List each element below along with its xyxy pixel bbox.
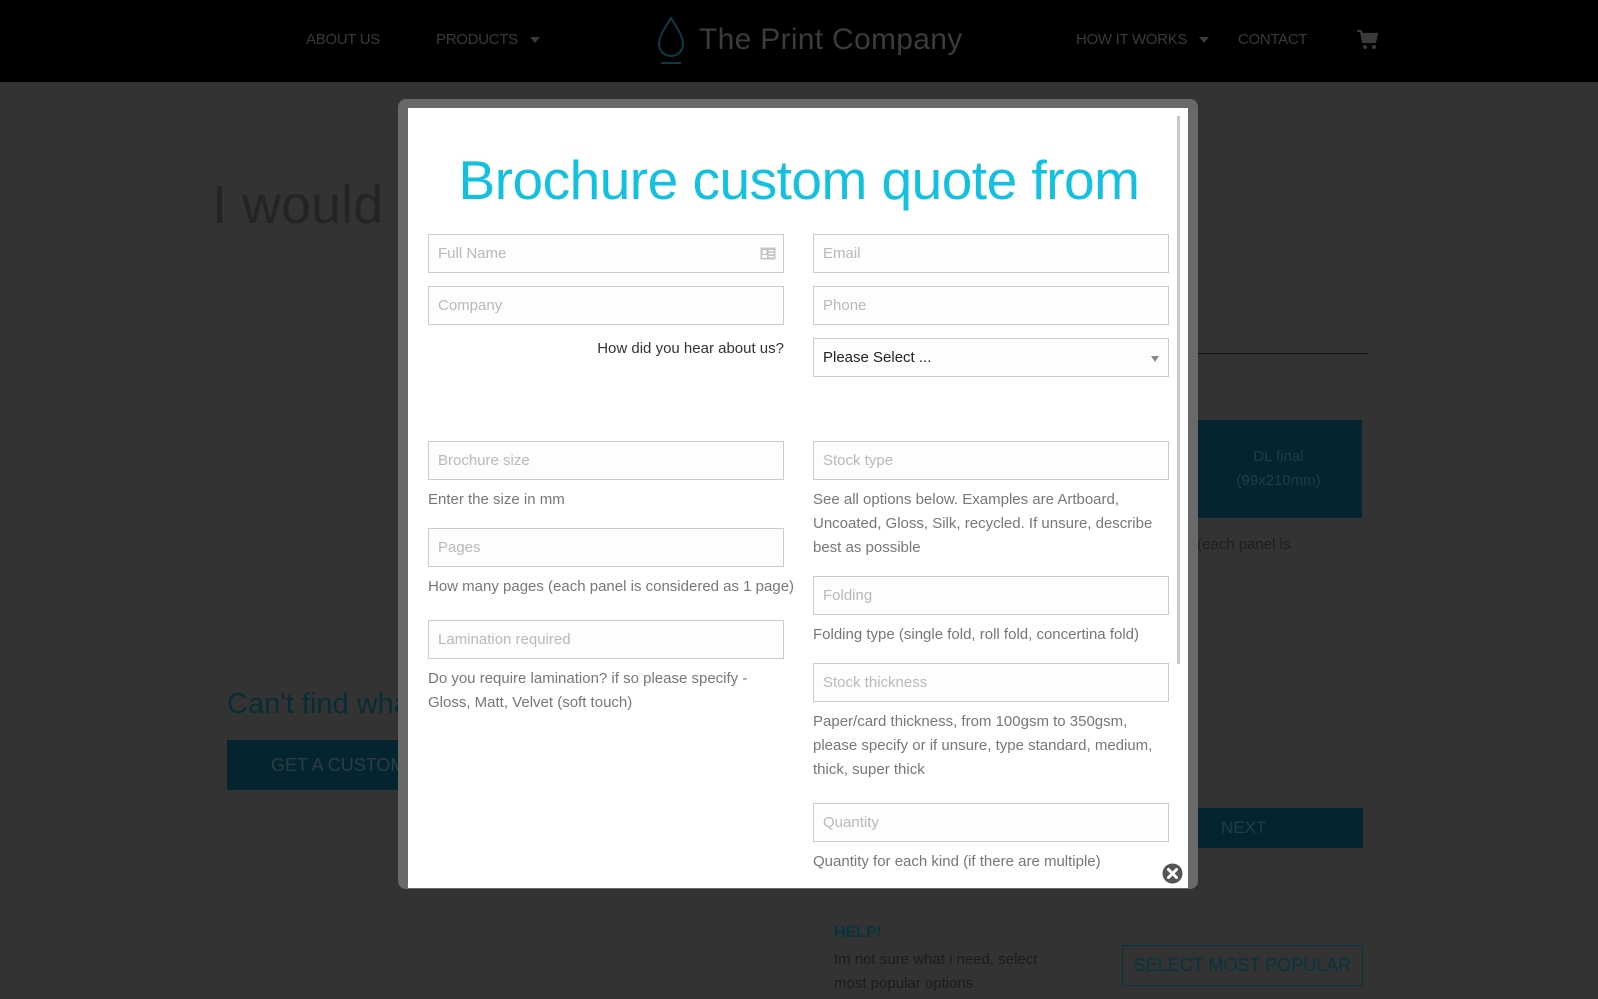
nav-how-it-works[interactable]: HOW IT WORKS xyxy=(1076,31,1210,48)
stock-thickness-field xyxy=(813,663,1169,702)
nav-how-it-works-label: HOW IT WORKS xyxy=(1076,31,1188,48)
quantity-input[interactable] xyxy=(814,804,1168,841)
nav-contact[interactable]: CONTACT xyxy=(1238,31,1308,48)
shopping-cart-icon[interactable] xyxy=(1357,30,1379,50)
divider xyxy=(1195,353,1368,354)
phone-input[interactable] xyxy=(814,287,1168,324)
cant-find-heading: Can't find wha xyxy=(227,688,410,720)
modal-title: Brochure custom quote from xyxy=(458,149,1140,211)
size-option-dl[interactable]: DL final (99x210mm) xyxy=(1195,420,1362,518)
lamination-field xyxy=(428,620,784,659)
email-input[interactable] xyxy=(814,235,1168,272)
company-input[interactable] xyxy=(429,287,783,324)
company-field xyxy=(428,286,784,325)
folding-input[interactable] xyxy=(814,577,1168,614)
full-name-input[interactable] xyxy=(429,235,783,272)
phone-field xyxy=(813,286,1169,325)
nav-about-us[interactable]: ABOUT US xyxy=(306,31,380,48)
full-name-field xyxy=(428,234,784,273)
next-button[interactable]: NEXT xyxy=(1195,808,1363,848)
site-logo[interactable]: The Print Company xyxy=(655,14,963,66)
help-title: HELP! xyxy=(834,924,882,941)
chevron-down-icon xyxy=(1199,37,1210,44)
folding-help: Folding type (single fold, roll fold, co… xyxy=(813,626,1140,643)
folding-field xyxy=(813,576,1169,615)
size-option-label: DL final xyxy=(1253,448,1304,465)
stock-thickness-input[interactable] xyxy=(814,664,1168,701)
size-option-dimensions: (99x210mm) xyxy=(1236,472,1321,489)
hear-about-select[interactable]: Please Select ... xyxy=(813,338,1169,377)
select-most-popular-button[interactable]: SELECT MOST POPULAR xyxy=(1122,945,1363,986)
quantity-help: Quantity for each kind (if there are mul… xyxy=(813,853,1101,870)
stock-thickness-help: Paper/card thickness, from 100gsm to 350… xyxy=(813,713,1153,778)
pages-input[interactable] xyxy=(429,529,783,566)
get-custom-quote-button[interactable]: GET A CUSTOM xyxy=(227,740,407,790)
droplet-icon xyxy=(657,16,685,64)
brochure-size-help: Enter the size in mm xyxy=(428,491,565,508)
brochure-size-input[interactable] xyxy=(429,442,783,479)
email-field xyxy=(813,234,1169,273)
lamination-input[interactable] xyxy=(429,621,783,658)
close-circle-icon[interactable] xyxy=(1162,863,1183,884)
stock-type-input[interactable] xyxy=(814,442,1168,479)
nav-products-label: PRODUCTS xyxy=(436,31,518,48)
nav-contact-label: CONTACT xyxy=(1238,31,1308,48)
hear-about-label: How did you hear about us? xyxy=(597,340,784,357)
lamination-help: Do you require lamination? if so please … xyxy=(428,670,748,711)
brochure-size-field xyxy=(428,441,784,480)
chevron-down-icon xyxy=(1151,356,1159,362)
site-header: ABOUT US PRODUCTS The Print Company HOW … xyxy=(0,0,1598,82)
pages-field xyxy=(428,528,784,567)
stock-type-field xyxy=(813,441,1169,480)
chevron-down-icon xyxy=(529,37,540,44)
nav-products[interactable]: PRODUCTS xyxy=(436,31,540,48)
id-card-icon xyxy=(760,247,776,260)
quantity-field xyxy=(813,803,1169,842)
pages-help: How many pages (each panel is considered… xyxy=(428,578,795,595)
stock-type-help: See all options below. Examples are Artb… xyxy=(813,491,1153,556)
pages-note: (each panel is xyxy=(1197,536,1291,553)
nav-about-us-label: ABOUT US xyxy=(306,31,381,48)
help-text: Im not sure what i need, select most pop… xyxy=(834,951,1038,992)
hear-about-selected: Please Select ... xyxy=(823,349,932,366)
logo-text: The Print Company xyxy=(699,23,963,56)
